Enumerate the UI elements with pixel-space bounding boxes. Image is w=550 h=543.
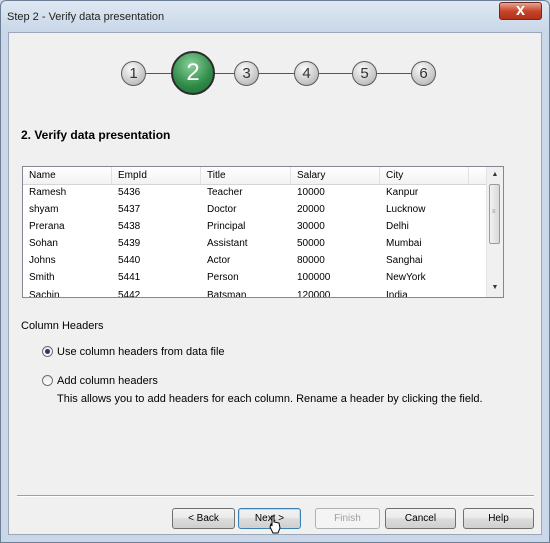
back-button[interactable]: < Back (172, 508, 235, 529)
table-cell: Mumbai (386, 238, 422, 249)
table-cell: shyam (29, 204, 59, 215)
table-cell: Prerana (29, 221, 65, 232)
table-cell: Teacher (207, 187, 243, 198)
table-cell: Ramesh (29, 187, 67, 198)
table-cell: 10000 (297, 187, 325, 198)
table-cell: Johns (29, 255, 56, 266)
table-cell: 5438 (118, 221, 141, 232)
finish-button[interactable]: Finish (315, 508, 380, 529)
table-cell: 100000 (297, 272, 331, 283)
close-button[interactable]: X (499, 2, 542, 20)
table-cell: 30000 (297, 221, 325, 232)
wizard-content: 1 2 3 4 5 6 2. Verify data presentation … (8, 32, 542, 535)
radio-label[interactable]: Add column headers (57, 375, 158, 387)
step-indicator: 1 2 3 4 5 6 (114, 51, 444, 95)
table-row[interactable]: Johns 5440 Actor 80000 Sanghai (23, 252, 488, 269)
add-headers-description: This allows you to add headers for each … (57, 393, 483, 405)
data-preview-table[interactable]: Name EmpId Title Salary City Ramesh 5436… (22, 166, 504, 298)
close-icon: X (515, 4, 526, 18)
step-4: 4 (294, 61, 319, 86)
table-cell: Lucknow (386, 204, 426, 215)
scroll-up-arrow-icon[interactable]: ▲ (487, 167, 503, 183)
table-cell: 5442 (118, 290, 141, 298)
table-cell: 5440 (118, 255, 141, 266)
table-row[interactable]: Smith 5441 Person 100000 NewYork (23, 269, 488, 286)
step-2-current: 2 (171, 51, 215, 95)
table-cell: India (386, 290, 408, 298)
table-row[interactable]: Prerana 5438 Principal 30000 Delhi (23, 218, 488, 235)
column-header-city[interactable]: City (380, 167, 469, 184)
scrollbar-grip-icon: ≡ (492, 209, 496, 215)
table-cell: Assistant (207, 238, 248, 249)
table-cell: Sohan (29, 238, 58, 249)
table-cell: Smith (29, 272, 55, 283)
step-1: 1 (121, 61, 146, 86)
radio-label[interactable]: Use column headers from data file (57, 346, 225, 358)
step-3: 3 (234, 61, 259, 86)
table-header: Name EmpId Title Salary City (23, 167, 488, 185)
table-cell: 5439 (118, 238, 141, 249)
table-row[interactable]: Sohan 5439 Assistant 50000 Mumbai (23, 235, 488, 252)
table-cell: Actor (207, 255, 231, 266)
table-cell: Batsman (207, 290, 247, 298)
table-cell: 50000 (297, 238, 325, 249)
step-6: 6 (411, 61, 436, 86)
column-header-title[interactable]: Title (201, 167, 291, 184)
column-header-empid[interactable]: EmpId (112, 167, 201, 184)
mouse-pointer-icon (269, 515, 281, 534)
scroll-down-arrow-icon[interactable]: ▼ (487, 280, 503, 296)
page-title: 2. Verify data presentation (21, 128, 171, 142)
table-row[interactable]: shyam 5437 Doctor 20000 Lucknow (23, 201, 488, 218)
table-cell: Sanghai (386, 255, 423, 266)
wizard-window: Step 2 - Verify data presentation X 1 2 … (0, 0, 550, 543)
column-header-salary[interactable]: Salary (291, 167, 380, 184)
table-row[interactable]: Sachin 5442 Batsman 120000 India (23, 287, 488, 298)
table-cell: Doctor (207, 204, 237, 215)
table-cell: Principal (207, 221, 246, 232)
table-cell: Kanpur (386, 187, 419, 198)
column-headers-group-label: Column Headers (21, 320, 104, 332)
title-bar[interactable]: Step 2 - Verify data presentation X (1, 1, 549, 32)
table-cell: 5437 (118, 204, 141, 215)
table-cell: 80000 (297, 255, 325, 266)
table-cell: NewYork (386, 272, 426, 283)
column-header-name[interactable]: Name (23, 167, 112, 184)
table-cell: 5441 (118, 272, 141, 283)
cancel-button[interactable]: Cancel (385, 508, 456, 529)
radio-button[interactable] (42, 375, 53, 386)
help-button[interactable]: Help (463, 508, 534, 529)
table-cell: Person (207, 272, 239, 283)
table-cell: Sachin (29, 290, 60, 298)
radio-button-checked[interactable] (42, 346, 53, 357)
step-5: 5 (352, 61, 377, 86)
table-row[interactable]: Ramesh 5436 Teacher 10000 Kanpur (23, 184, 488, 201)
table-cell: Delhi (386, 221, 409, 232)
table-cell: 5436 (118, 187, 141, 198)
scrollbar-thumb[interactable]: ≡ (489, 184, 500, 244)
window-title: Step 2 - Verify data presentation (7, 11, 165, 23)
table-cell: 120000 (297, 290, 331, 298)
table-cell: 20000 (297, 204, 325, 215)
vertical-scrollbar[interactable]: ▲ ≡ ▼ (486, 167, 503, 297)
footer-divider (17, 495, 534, 497)
